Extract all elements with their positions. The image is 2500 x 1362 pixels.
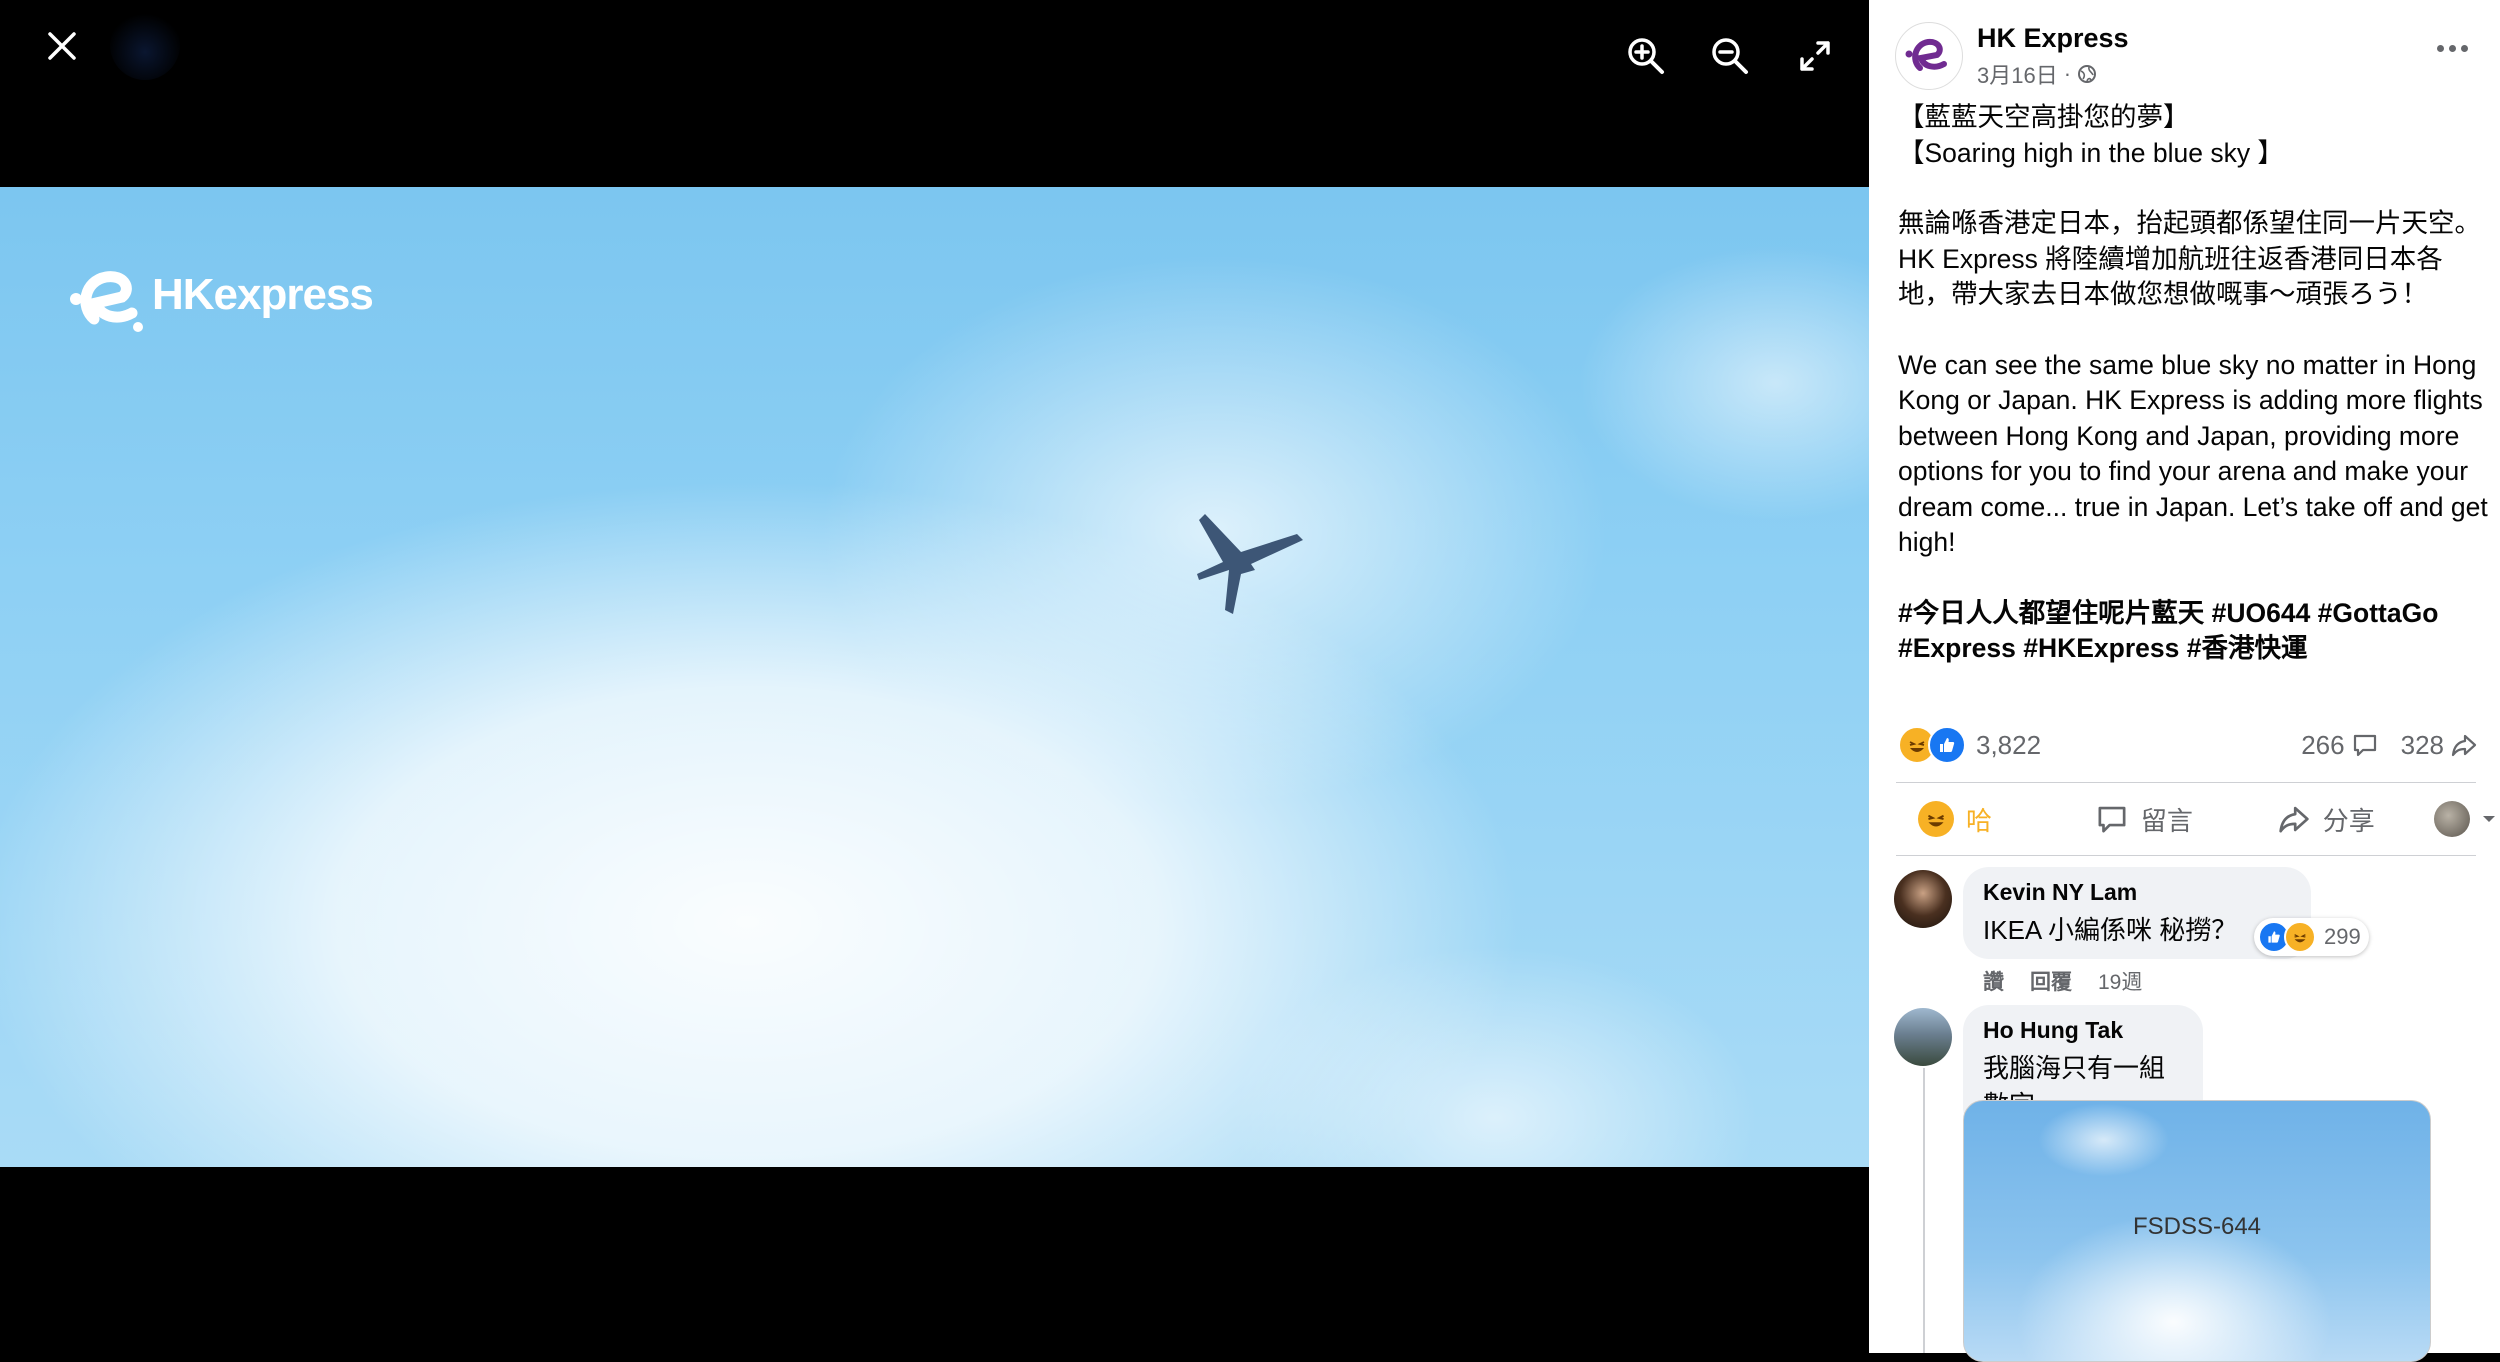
comment-icon — [2353, 734, 2376, 757]
page-name[interactable]: HK Express — [1977, 23, 2129, 54]
post-header: HK Express 3月16日 · — [1895, 22, 2129, 90]
post-actions: 哈 留言 分享 — [1896, 788, 2496, 850]
zoom-out-button[interactable] — [1698, 24, 1762, 88]
post-title-zh: 【藍藍天空高掛您的夢】 — [1898, 102, 2190, 132]
close-button[interactable] — [30, 14, 94, 78]
comment-attached-image[interactable]: FSDSS-644 — [1963, 1100, 2431, 1362]
commenter-avatar[interactable] — [1894, 1008, 1952, 1066]
dot-icon — [2448, 44, 2456, 52]
comment-label: 留言 — [2140, 805, 2193, 836]
hkexpress-e-icon — [1905, 38, 1947, 71]
share-count-value: 328 — [2400, 729, 2444, 760]
comment-like-link[interactable]: 讚 — [1983, 966, 2004, 996]
fullscreen-icon — [1800, 41, 1830, 71]
haha-label: 哈 — [1966, 805, 1993, 836]
share-icon — [2451, 734, 2477, 757]
reaction-count: 3,822 — [1976, 729, 2042, 760]
page-avatar-faded — [110, 10, 180, 80]
hkexpress-e-icon — [70, 271, 143, 332]
post-hashtags[interactable]: #今日人人都望住呢片藍天 #UO644 #GottaGo #Express #H… — [1898, 596, 2488, 667]
share-icon — [2279, 806, 2309, 833]
dot-icon — [2460, 44, 2468, 52]
comment-button[interactable]: 留言 — [2095, 788, 2277, 850]
zoom-out-icon — [1712, 38, 1748, 74]
chevron-down-icon — [2483, 816, 2495, 822]
page-avatar[interactable] — [1895, 22, 1963, 90]
commenter-name[interactable]: Ho Hung Tak — [1983, 1017, 2183, 1044]
share-label: 分享 — [2322, 805, 2375, 836]
airplane-graphic — [1197, 514, 1303, 614]
divider — [1896, 855, 2476, 856]
dot-icon — [2436, 44, 2444, 52]
user-avatar — [2434, 801, 2470, 837]
close-icon — [48, 32, 76, 60]
share-button[interactable]: 分享 — [2277, 788, 2434, 850]
globe-icon — [2078, 64, 2097, 83]
haha-button[interactable]: 哈 — [1918, 788, 2095, 850]
meta-separator: · — [2063, 60, 2072, 86]
more-options-button[interactable] — [2428, 36, 2476, 60]
photo-viewer: HKexpress — [0, 0, 1869, 1353]
comment-count[interactable]: 266 — [2301, 730, 2378, 761]
comment-count-value: 266 — [2301, 729, 2345, 760]
comment-icon — [2098, 806, 2126, 833]
post-stats: 3,822 266 328 — [1898, 724, 2478, 766]
profile-selector-button[interactable] — [2434, 788, 2496, 850]
divider — [1896, 782, 2476, 783]
comment-reply-link[interactable]: 回覆 — [2030, 966, 2072, 996]
commenter-avatar[interactable] — [1894, 870, 1952, 928]
haha-reaction-icon — [1918, 801, 1954, 837]
thread-line — [1923, 1068, 1925, 1353]
comment-time[interactable]: 19週 — [2098, 966, 2142, 996]
zoom-in-button[interactable] — [1614, 24, 1678, 88]
zoom-in-icon — [1628, 38, 1664, 74]
hkexpress-wordmark: HKexpress — [152, 270, 374, 319]
comment-reaction-count: 299 — [2324, 924, 2361, 949]
post-photo[interactable]: HKexpress — [0, 187, 1869, 1167]
post-date[interactable]: 3月16日 — [1977, 58, 2058, 90]
post-meta: 3月16日 · — [1977, 58, 2129, 90]
comment-text: IKEA 小編係咪 秘撈？ — [1983, 915, 2238, 945]
reaction-summary[interactable]: 3,822 — [1898, 726, 2041, 764]
hkexpress-logo: HKexpress — [66, 257, 374, 347]
commenter-name[interactable]: Kevin NY Lam — [1983, 879, 2291, 906]
comment-reactions[interactable]: 299 — [2254, 918, 2369, 956]
post-title-en: 【Soaring high in the blue sky 】 — [1898, 137, 2284, 168]
post-body-en: We can see the same blue sky no matter i… — [1898, 349, 2488, 558]
like-reaction-icon — [1928, 726, 1966, 764]
image-caption: FSDSS-644 — [2132, 1213, 2262, 1240]
fullscreen-button[interactable] — [1783, 24, 1847, 88]
haha-reaction-icon — [2284, 921, 2316, 953]
post-text: 【藍藍天空高掛您的夢】 【Soaring high in the blue sk… — [1898, 100, 2488, 667]
post-body-zh: 無論喺香港定日本，抬起頭都係望住同一片天空。HK Express 將陸續增加航班… — [1898, 208, 2481, 309]
share-count[interactable]: 328 — [2401, 730, 2478, 761]
comment-meta: 讚 回覆 19週 — [1983, 966, 2142, 996]
